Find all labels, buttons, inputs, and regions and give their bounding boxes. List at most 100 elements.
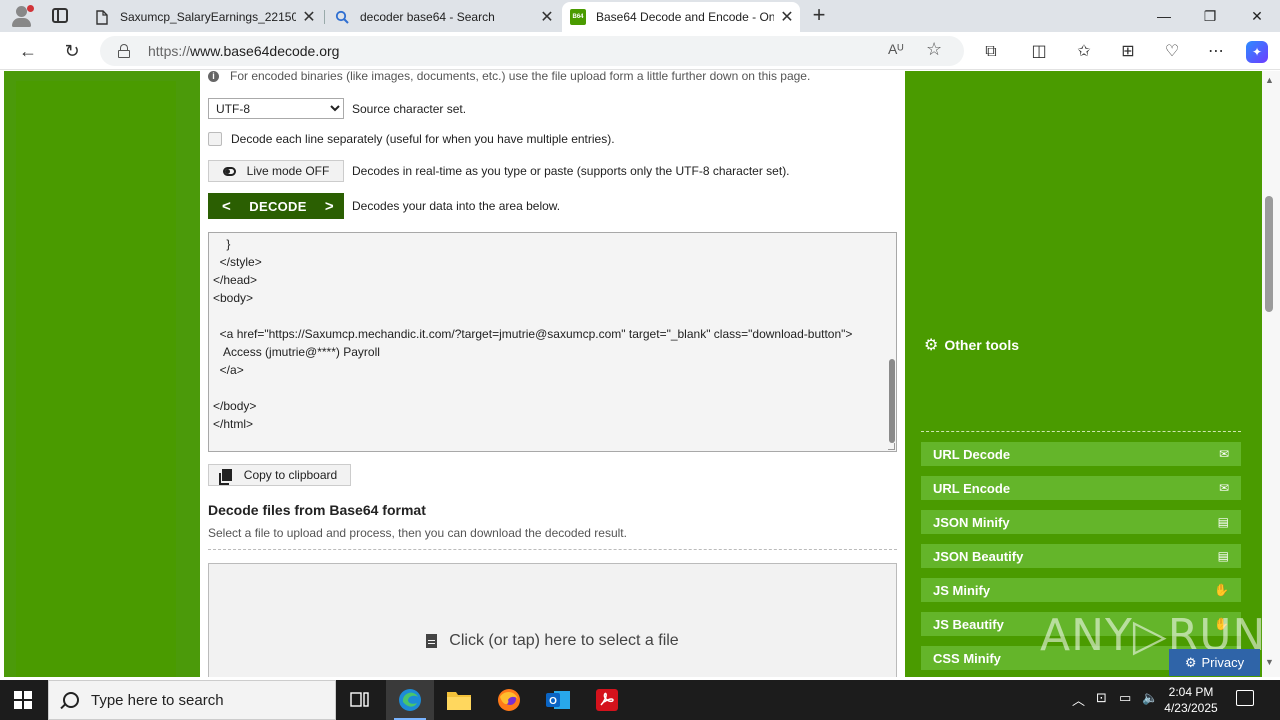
tab-actions-icon[interactable] [52, 8, 68, 23]
decode-desc: Decodes your data into the area below. [352, 199, 561, 213]
toggle-icon [222, 166, 236, 176]
performance-icon[interactable]: ♡ [1161, 41, 1183, 63]
close-tab-icon[interactable]: ✕ [534, 7, 560, 27]
network-icon[interactable]: ▭ [1119, 690, 1131, 706]
copy-label: Copy to clipboard [243, 468, 338, 482]
dropzone-label: Click (or tap) here to select a file [449, 632, 679, 649]
section-divider [208, 549, 897, 550]
collections-icon[interactable]: ⊞ [1117, 41, 1139, 63]
scroll-down-icon[interactable]: ▼ [1265, 657, 1274, 667]
tool-label: URL Encode [933, 480, 1011, 496]
envelope-icon: ✉ [1218, 481, 1229, 495]
close-tab-icon[interactable]: ✕ [774, 7, 800, 27]
windows-start-icon[interactable] [14, 691, 32, 709]
copy-clipboard-button[interactable]: Copy to clipboard [208, 464, 351, 486]
decode-lines-checkbox[interactable] [208, 132, 222, 146]
task-view-icon[interactable] [336, 680, 384, 720]
live-mode-label: Live mode OFF [246, 164, 330, 178]
other-tools-label: Other tools [944, 337, 1020, 353]
volume-icon[interactable]: 🔈 [1142, 690, 1158, 706]
tab-label: Base64 Decode and Encode - Onl [596, 10, 774, 24]
favorite-star-icon[interactable]: ☆ [926, 39, 942, 60]
decoded-output-text[interactable]: } </style> </head> <body> <a href="https… [213, 235, 881, 433]
gear-icon: ⚙ [1184, 654, 1197, 670]
tab-salary-earnings[interactable]: Saxumcp_SalaryEarnings_221505 ✕ [86, 2, 322, 32]
taskbar-search-input[interactable]: Type here to search [48, 680, 336, 720]
favorites-icon[interactable]: ✩ [1073, 41, 1095, 63]
tab-decoder-search[interactable]: decoder base64 - Search ✕ [326, 2, 560, 32]
outlook-icon[interactable]: O [534, 680, 582, 720]
file-dropzone[interactable]: Click (or tap) here to select a file [208, 563, 897, 677]
close-window-icon[interactable]: ✕ [1234, 0, 1280, 32]
charset-select[interactable]: UTF-8 [208, 98, 344, 119]
other-tools-heading: ⚙ Other tools [924, 335, 1019, 355]
live-mode-button[interactable]: Live mode OFF [208, 160, 344, 182]
decode-button[interactable]: < DECODE > [208, 193, 344, 219]
tool-label: JS Beautify [933, 616, 1004, 632]
charset-label: Source character set. [352, 101, 467, 116]
tool-label: URL Decode [933, 446, 1011, 462]
gear-icon: ⚙ [924, 337, 939, 354]
scroll-up-icon[interactable]: ▲ [1265, 75, 1274, 85]
split-screen-icon[interactable]: ◫ [1028, 41, 1050, 63]
close-tab-icon[interactable]: ✕ [296, 7, 322, 27]
extensions-icon[interactable]: ⧉ [980, 41, 1002, 63]
info-line: i For encoded binaries (like images, doc… [208, 71, 810, 83]
live-mode-desc: Decodes in real-time as you type or past… [352, 164, 790, 178]
decode-label: DECODE [249, 198, 307, 214]
minimize-icon[interactable]: — [1141, 0, 1187, 32]
privacy-button[interactable]: ⚙ Privacy [1169, 649, 1260, 676]
search-icon [63, 692, 79, 708]
privacy-label: Privacy [1201, 655, 1245, 670]
restore-icon[interactable]: ❐ [1187, 0, 1233, 32]
charset-row: UTF-8 Source character set. [208, 98, 466, 119]
acrobat-icon[interactable] [583, 680, 631, 720]
tool-url-decode[interactable]: URL Decode ✉ [921, 442, 1241, 466]
left-ad-area [16, 81, 176, 677]
scroll-thumb[interactable] [1265, 196, 1273, 312]
envelope-open-icon: ✉ [1218, 447, 1229, 461]
tool-js-minify[interactable]: JS Minify ✋ [921, 578, 1241, 602]
document-icon [94, 9, 110, 25]
clock-date: 4/23/2025 [1164, 701, 1218, 715]
notifications-icon[interactable] [1236, 690, 1254, 706]
search-icon [334, 9, 350, 25]
new-tab-icon[interactable]: + [808, 3, 830, 29]
network-device-icon[interactable]: ⊡ [1096, 690, 1107, 706]
main-content: i For encoded binaries (like images, doc… [200, 71, 905, 677]
tab-label: Saxumcp_SalaryEarnings_221505 [120, 10, 296, 24]
decode-lines-label: Decode each line separately (useful for … [231, 132, 615, 146]
tab-label: decoder base64 - Search [360, 10, 495, 24]
refresh-icon[interactable]: ↻ [59, 38, 85, 64]
tool-json-beautify[interactable]: JSON Beautify ▤ [921, 544, 1241, 568]
tool-url-encode[interactable]: URL Encode ✉ [921, 476, 1241, 500]
url-field[interactable]: https://www.base64decode.org Aᵁ ☆ [100, 36, 964, 66]
lock-icon[interactable] [118, 44, 130, 58]
taskbar: Type here to search O ︿ ⊡ ▭ 🔈 2:04 PM 4/… [0, 680, 1280, 720]
resize-grip-icon[interactable] [888, 443, 895, 450]
live-mode-row: Live mode OFF Decodes in real-time as yo… [208, 160, 790, 182]
info-icon: i [208, 71, 219, 82]
tab-base64-decode[interactable]: B64 Base64 Decode and Encode - Onl ✕ [562, 2, 800, 32]
file-explorer-icon[interactable] [435, 680, 483, 720]
info-text: For encoded binaries (like images, docum… [230, 71, 811, 83]
profile-avatar-icon[interactable] [10, 5, 34, 27]
edge-browser-icon[interactable] [386, 680, 434, 720]
page-scrollbar[interactable]: ▲ ▼ [1262, 71, 1280, 677]
firefox-icon[interactable] [485, 680, 533, 720]
read-aloud-icon[interactable]: Aᵁ [888, 41, 903, 57]
copilot-icon[interactable]: ✦ [1246, 41, 1268, 63]
search-placeholder: Type here to search [91, 691, 224, 709]
decode-lines-row: Decode each line separately (useful for … [208, 132, 615, 146]
files-section-subtitle: Select a file to upload and process, the… [208, 526, 627, 540]
output-scrollbar[interactable] [889, 359, 895, 443]
decoded-output-textarea[interactable]: } </style> </head> <body> <a href="https… [208, 232, 897, 452]
b64-favicon-icon: B64 [570, 9, 586, 25]
more-options-icon[interactable]: ⋯ [1205, 41, 1227, 63]
tool-json-minify[interactable]: JSON Minify ▤ [921, 510, 1241, 534]
taskbar-clock[interactable]: 2:04 PM 4/23/2025 [1160, 684, 1222, 716]
address-bar: ← ↻ https://www.base64decode.org Aᵁ ☆ ⧉ … [0, 32, 1280, 70]
back-arrow-icon[interactable]: ← [15, 38, 41, 64]
url-text[interactable]: https://www.base64decode.org [148, 43, 339, 59]
tray-chevron-icon[interactable]: ︿ [1072, 690, 1085, 709]
